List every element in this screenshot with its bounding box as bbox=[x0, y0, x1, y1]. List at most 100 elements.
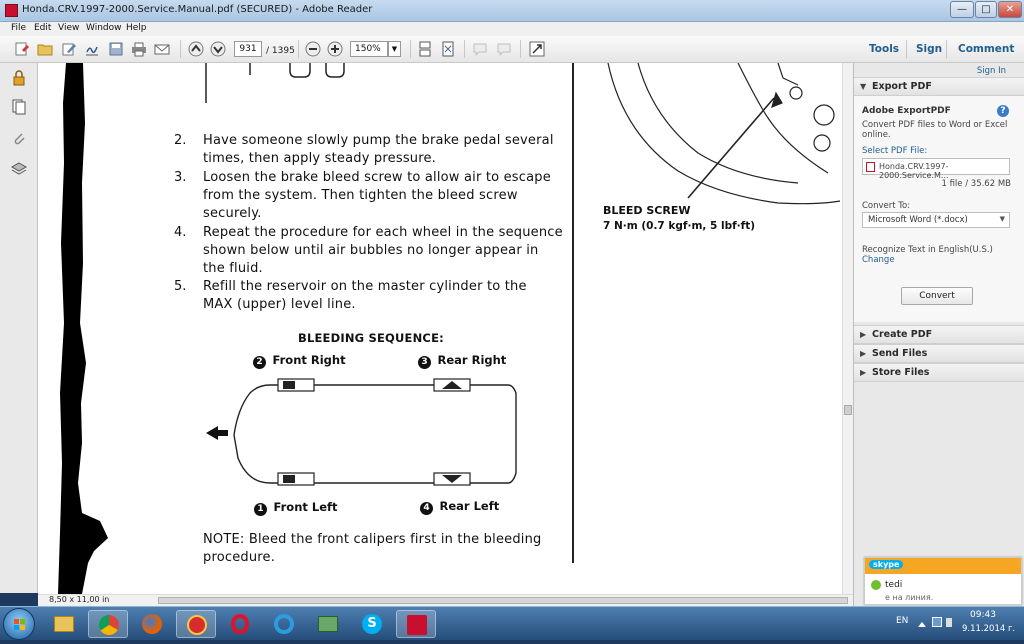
file-count: 1 file / 35.62 MB bbox=[941, 179, 1011, 189]
menu-window[interactable]: Window bbox=[86, 23, 122, 33]
taskbar-chrome[interactable] bbox=[88, 610, 128, 638]
clock-time[interactable]: 09:43 bbox=[970, 610, 996, 620]
zoom-in-icon[interactable] bbox=[327, 41, 343, 57]
recognize-text-label: Recognize Text in English(U.S.) bbox=[862, 245, 993, 255]
taskbar-skype[interactable]: S bbox=[352, 610, 392, 638]
section-title: Export PDF bbox=[872, 81, 932, 92]
wheel-label: Rear Right bbox=[437, 353, 507, 367]
menu-file[interactable]: File bbox=[11, 23, 26, 33]
attachments-icon[interactable] bbox=[11, 131, 27, 147]
expand-fullscreen-icon[interactable] bbox=[529, 41, 545, 57]
store-files-section-header[interactable]: ▶ Store Files bbox=[854, 363, 1024, 382]
page-total: / 1395 bbox=[266, 46, 295, 56]
taskbar-app[interactable] bbox=[308, 610, 348, 638]
folder-icon bbox=[54, 616, 74, 632]
expand-arrow-icon: ▶ bbox=[860, 368, 867, 377]
highlight-icon bbox=[497, 43, 511, 57]
tools-link[interactable]: Tools bbox=[869, 43, 899, 55]
car-outline-diagram bbox=[233, 378, 517, 486]
taskbar-explorer[interactable] bbox=[44, 610, 84, 638]
tools-pane: Sign In ▼ Export PDF Adobe ExportPDF ? C… bbox=[853, 63, 1024, 606]
email-icon[interactable] bbox=[154, 41, 170, 57]
wheel-label: Front Right bbox=[272, 353, 346, 367]
taskbar-opera[interactable] bbox=[220, 610, 260, 638]
monitor-app-icon bbox=[318, 616, 338, 632]
clock-date[interactable]: 9.11.2014 г. bbox=[962, 624, 1015, 634]
selected-file-box[interactable]: Honda.CRV.1997-2000.Service.M... bbox=[862, 158, 1010, 180]
create-pdf-icon[interactable] bbox=[14, 41, 30, 57]
skype-icon: S bbox=[362, 614, 382, 634]
convert-button[interactable]: Convert bbox=[901, 287, 973, 305]
export-pdf-section-header[interactable]: ▼ Export PDF bbox=[854, 77, 1024, 96]
convert-to-select[interactable]: Microsoft Word (*.docx) ▼ bbox=[862, 212, 1010, 228]
scrolling-mode-icon[interactable] bbox=[417, 41, 433, 57]
page-number-input[interactable]: 931 bbox=[234, 41, 262, 57]
change-language-link[interactable]: Change bbox=[862, 255, 895, 265]
vertical-scrollbar[interactable] bbox=[842, 63, 853, 594]
menu-view[interactable]: View bbox=[58, 23, 79, 33]
create-pdf-section-header[interactable]: ▶ Create PDF bbox=[854, 325, 1024, 344]
page-thumbnails-icon[interactable] bbox=[11, 99, 27, 115]
input-language[interactable]: EN bbox=[896, 616, 908, 626]
next-page-icon[interactable] bbox=[210, 41, 226, 57]
maximize-button[interactable]: □ bbox=[975, 1, 997, 18]
taskbar-adobe-reader[interactable] bbox=[396, 610, 436, 638]
service-title: Adobe ExportPDF bbox=[862, 106, 951, 116]
save-icon[interactable] bbox=[108, 41, 124, 57]
step-number: 5. bbox=[174, 279, 187, 294]
convert-to-value: Microsoft Word (*.docx) bbox=[868, 215, 968, 225]
taskbar-ccleaner[interactable] bbox=[176, 610, 216, 638]
zoom-out-icon[interactable] bbox=[305, 41, 321, 57]
expand-arrow-icon: ▶ bbox=[860, 330, 867, 339]
wheel-rear-left: 4 Rear Left bbox=[420, 499, 499, 515]
fit-page-icon[interactable] bbox=[440, 41, 456, 57]
step-line: MAX (upper) level line. bbox=[203, 297, 356, 312]
volume-icon[interactable] bbox=[946, 618, 952, 627]
scan-shadow-edge bbox=[58, 63, 108, 594]
add-comment-icon bbox=[473, 43, 487, 57]
wheel-label: Rear Left bbox=[439, 499, 500, 513]
bleeding-sequence-title: BLEEDING SEQUENCE: bbox=[298, 331, 444, 345]
windows-taskbar: S EN 09:43 9.11.2014 г. bbox=[0, 606, 1024, 640]
forward-arrow-icon bbox=[206, 426, 228, 440]
edit-pdf-icon[interactable] bbox=[61, 41, 77, 57]
brake-caliper-drawing bbox=[607, 63, 841, 205]
zoom-dropdown-button[interactable]: ▼ bbox=[388, 41, 401, 57]
step-line: times, then apply steady pressure. bbox=[203, 151, 437, 166]
sign-link[interactable]: Sign bbox=[916, 43, 942, 55]
skype-notification-header: skype bbox=[865, 558, 1021, 574]
previous-page-icon[interactable] bbox=[188, 41, 204, 57]
minimize-button[interactable]: — bbox=[950, 1, 974, 18]
send-files-section-header[interactable]: ▶ Send Files bbox=[854, 344, 1024, 363]
zoom-level-input[interactable]: 150% bbox=[350, 41, 388, 57]
service-desc-line: Convert PDF files to Word or Excel bbox=[862, 120, 1008, 130]
sign-in-link[interactable]: Sign In bbox=[977, 66, 1006, 76]
vertical-scroll-thumb[interactable] bbox=[844, 405, 852, 415]
diagram-fragment bbox=[205, 63, 345, 103]
step-line: shown below until air bubbles no longer … bbox=[203, 243, 539, 258]
start-button[interactable] bbox=[3, 608, 35, 640]
horizontal-scrollbar[interactable] bbox=[38, 594, 853, 606]
taskbar-ie[interactable] bbox=[264, 610, 304, 638]
network-icon[interactable] bbox=[932, 617, 942, 627]
page-size-readout: 8,50 x 11,00 in bbox=[49, 595, 110, 604]
tray-expand-icon[interactable] bbox=[918, 617, 926, 627]
horizontal-scroll-thumb[interactable] bbox=[158, 597, 848, 604]
close-button[interactable]: ✕ bbox=[998, 1, 1022, 18]
comment-link[interactable]: Comment bbox=[958, 43, 1014, 55]
layers-icon[interactable] bbox=[11, 161, 27, 177]
help-icon[interactable]: ? bbox=[997, 105, 1009, 117]
taskbar-firefox[interactable] bbox=[132, 610, 172, 638]
menu-help[interactable]: Help bbox=[126, 23, 147, 33]
menu-edit[interactable]: Edit bbox=[34, 23, 51, 33]
chrome-icon bbox=[99, 615, 119, 635]
bleed-screw-torque: 7 N·m (0.7 kgf·m, 5 lbf·ft) bbox=[603, 220, 756, 232]
open-file-icon[interactable] bbox=[37, 41, 53, 57]
print-icon[interactable] bbox=[131, 41, 147, 57]
skype-notification[interactable]: skype tedi е на линия. bbox=[864, 557, 1022, 605]
document-view[interactable]: 2. Have someone slowly pump the brake pe… bbox=[38, 63, 853, 594]
lock-icon[interactable] bbox=[11, 70, 27, 86]
wheel-label: Front Left bbox=[273, 500, 338, 514]
firefox-icon bbox=[142, 614, 162, 634]
sign-doc-icon[interactable] bbox=[84, 41, 100, 57]
